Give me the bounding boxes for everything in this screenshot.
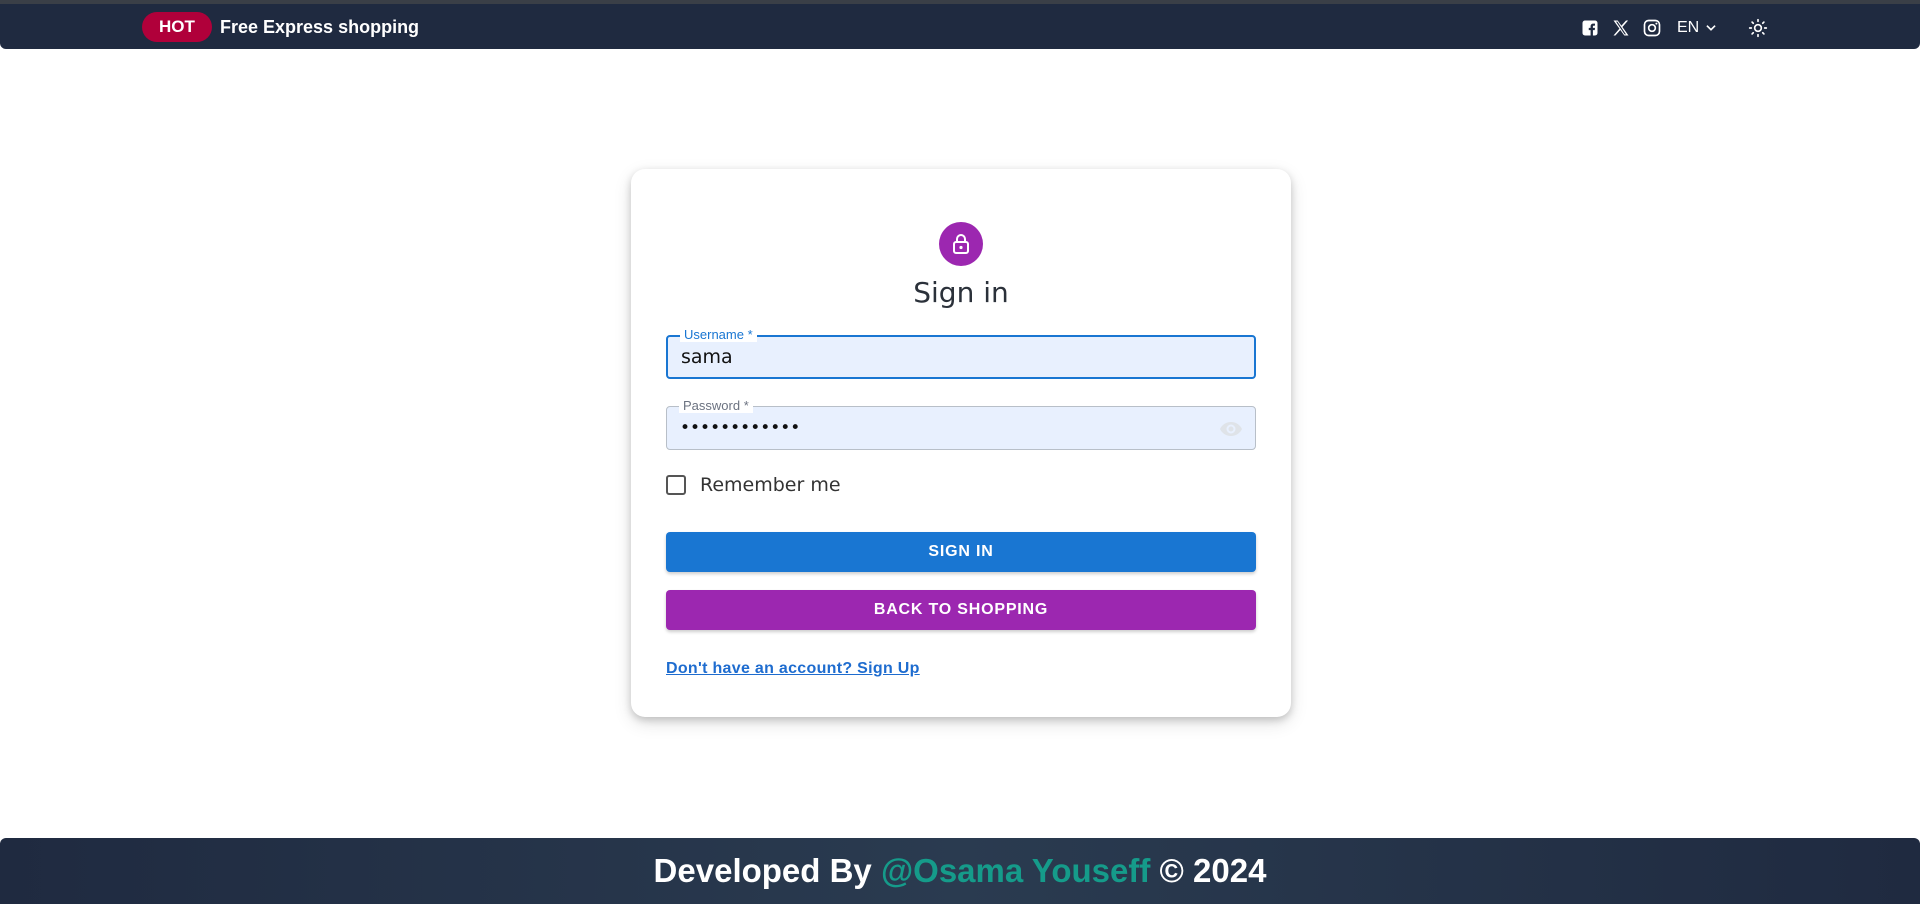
sun-icon[interactable]	[1748, 18, 1768, 38]
username-field[interactable]: Username * sama	[666, 327, 1256, 379]
sign-up-link[interactable]: Don't have an account? Sign Up	[666, 660, 920, 678]
footer-author-link[interactable]: @Osama Youseff	[881, 852, 1150, 889]
footer: Developed By @Osama Youseff © 2024	[0, 838, 1920, 904]
page-title: Sign in	[913, 276, 1009, 309]
language-select[interactable]: EN	[1677, 18, 1718, 38]
facebook-icon[interactable]	[1580, 18, 1600, 38]
footer-credit: Developed By @Osama Youseff © 2024	[654, 852, 1267, 890]
remember-me[interactable]: Remember me	[666, 472, 841, 498]
footer-suffix: © 2024	[1150, 852, 1267, 889]
instagram-icon[interactable]	[1642, 18, 1662, 38]
footer-prefix: Developed By	[653, 852, 881, 889]
remember-checkbox[interactable]	[666, 475, 686, 495]
username-value[interactable]: sama	[681, 337, 733, 377]
promo-text: Free Express shopping	[220, 17, 420, 37]
remember-label: Remember me	[700, 474, 841, 496]
lock-avatar	[939, 222, 983, 266]
chevron-down-icon	[1706, 25, 1716, 31]
sign-in-button[interactable]: SIGN IN	[666, 532, 1256, 572]
top-bar: HOT Free Express shopping EN	[0, 0, 1920, 49]
x-icon[interactable]	[1611, 18, 1631, 38]
password-value[interactable]: ••••••••••••	[680, 407, 800, 449]
signin-card: Sign in Username * sama Password * •••••…	[631, 169, 1291, 717]
language-label: EN	[1677, 19, 1700, 36]
lock-icon	[953, 234, 969, 254]
eye-icon[interactable]	[1219, 417, 1243, 441]
back-to-shopping-button[interactable]: BACK TO SHOPPING	[666, 590, 1256, 630]
hot-badge: HOT	[142, 12, 212, 42]
password-field[interactable]: Password * ••••••••••••	[666, 398, 1256, 450]
